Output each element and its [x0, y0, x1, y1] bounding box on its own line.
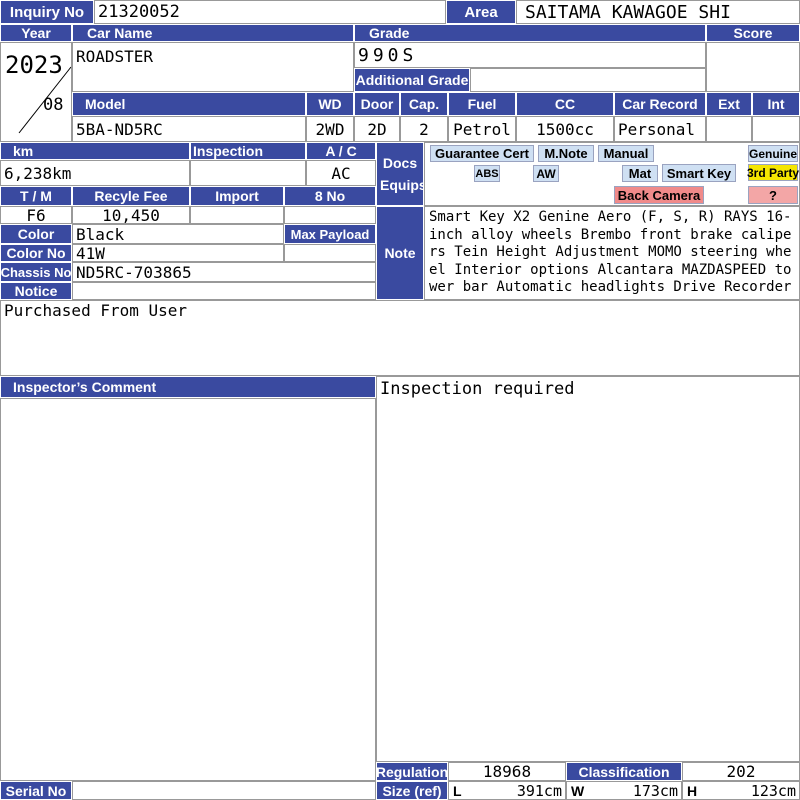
year-cell: 2023 08	[0, 42, 72, 142]
tag-mat: Mat	[622, 165, 658, 182]
ac-label: A / C	[306, 142, 376, 160]
ac-value: AC	[306, 160, 376, 186]
cap-label: Cap.	[400, 92, 448, 116]
tag-back-camera: Back Camera	[614, 186, 704, 204]
import-label: Import	[190, 186, 284, 206]
eight-no-label: 8 No	[284, 186, 376, 206]
notice-value: Purchased From User	[0, 300, 800, 376]
docs-equips-label: Docs Equips	[376, 142, 424, 206]
eight-no-value	[284, 206, 376, 224]
regulation-label: Regulation	[376, 762, 448, 781]
inspectors-comment-right: Inspection required	[376, 376, 800, 762]
tag-guarantee-cert: Guarantee Cert	[430, 145, 534, 162]
tag-genuine: Genuine	[748, 145, 798, 162]
tag-abs: ABS	[474, 165, 500, 182]
chassis-no-value: ND5RC-703865	[72, 262, 376, 282]
size-l-value: 391cm	[516, 781, 562, 800]
grade-label: Grade	[354, 24, 706, 42]
classification-label: Classification	[566, 762, 682, 781]
fuel-value: Petrol	[448, 116, 516, 142]
size-w-value: 173cm	[632, 781, 678, 800]
classification-value: 202	[682, 762, 800, 781]
color-no-label: Color No	[0, 244, 72, 262]
inspectors-comment-left	[0, 398, 376, 781]
wd-label: WD	[306, 92, 354, 116]
score-label: Score	[706, 24, 800, 42]
tag-3rd-party: 3rd Party	[746, 164, 800, 181]
cc-label: CC	[516, 92, 614, 116]
size-l-cell: L 391cm	[448, 781, 566, 800]
note-value: Smart Key X2 Genine Aero (F, S, R) RAYS …	[424, 206, 800, 300]
model-value: 5BA-ND5RC	[72, 116, 306, 142]
serial-no-label: Serial No	[0, 781, 72, 800]
recycle-fee-value: 10,450	[72, 206, 190, 224]
size-w-cell: W 173cm	[566, 781, 682, 800]
inspection-label: Inspection	[190, 142, 306, 160]
model-label: Model	[72, 92, 306, 116]
size-ref-label: Size (ref)	[376, 781, 448, 800]
chassis-no-label: Chassis No	[0, 262, 72, 282]
grade-value: 990S	[354, 42, 706, 68]
size-h-label: H	[687, 782, 698, 799]
size-w-label: W	[571, 782, 585, 799]
car-record-value: Personal	[614, 116, 706, 142]
km-label: km	[0, 142, 190, 160]
inquiry-no-label: Inquiry No	[0, 0, 94, 24]
tag-smart-key: Smart Key	[662, 164, 736, 182]
additional-grade-label: Additional Grade	[354, 68, 470, 92]
cap-value: 2	[400, 116, 448, 142]
docs-equips-text: Docs Equips	[380, 155, 424, 193]
note-label: Note	[376, 206, 424, 300]
inspectors-comment-label: Inspector’s Comment	[0, 376, 376, 398]
import-value	[190, 206, 284, 224]
score-value	[706, 42, 800, 92]
ext-label: Ext	[706, 92, 752, 116]
tm-label: T / M	[0, 186, 72, 206]
door-label: Door	[354, 92, 400, 116]
max-payload-label: Max Payload	[284, 224, 376, 244]
serial-no-value	[72, 781, 376, 800]
size-h-value: 123cm	[750, 781, 796, 800]
fuel-label: Fuel	[448, 92, 516, 116]
area-label: Area	[446, 0, 516, 24]
additional-grade-value	[470, 68, 706, 92]
cc-value: 1500cc	[516, 116, 614, 142]
tag-question: ?	[748, 186, 798, 204]
int-value	[752, 116, 800, 142]
int-label: Int	[752, 92, 800, 116]
inspection-required-text: Inspection required	[380, 379, 575, 399]
regulation-value: 18968	[448, 762, 566, 781]
max-payload-value	[284, 244, 376, 262]
color-no-value: 41W	[72, 244, 284, 262]
color-value: Black	[72, 224, 284, 244]
area-value: SAITAMA KAWAGOE SHI	[516, 0, 800, 24]
recycle-fee-label: Recyle Fee	[72, 186, 190, 206]
tag-manual: Manual	[598, 145, 654, 162]
tm-value: F6	[0, 206, 72, 224]
ext-value	[706, 116, 752, 142]
car-name-value: ROADSTER	[72, 42, 354, 92]
tag-m-note: M.Note	[538, 145, 594, 162]
car-record-label: Car Record	[614, 92, 706, 116]
year-label: Year	[0, 24, 72, 42]
tag-aw: AW	[533, 165, 559, 182]
door-value: 2D	[354, 116, 400, 142]
size-h-cell: H 123cm	[682, 781, 800, 800]
month-value: 08	[43, 95, 64, 115]
inspection-value	[190, 160, 306, 186]
notice-label: Notice	[0, 282, 72, 300]
km-value: 6,238km	[0, 160, 190, 186]
notice-blank	[72, 282, 376, 300]
car-name-label: Car Name	[72, 24, 354, 42]
size-l-label: L	[453, 782, 462, 799]
inquiry-no-value: 21320052	[94, 0, 446, 24]
wd-value: 2WD	[306, 116, 354, 142]
year-diagonal	[18, 66, 71, 134]
color-label: Color	[0, 224, 72, 244]
